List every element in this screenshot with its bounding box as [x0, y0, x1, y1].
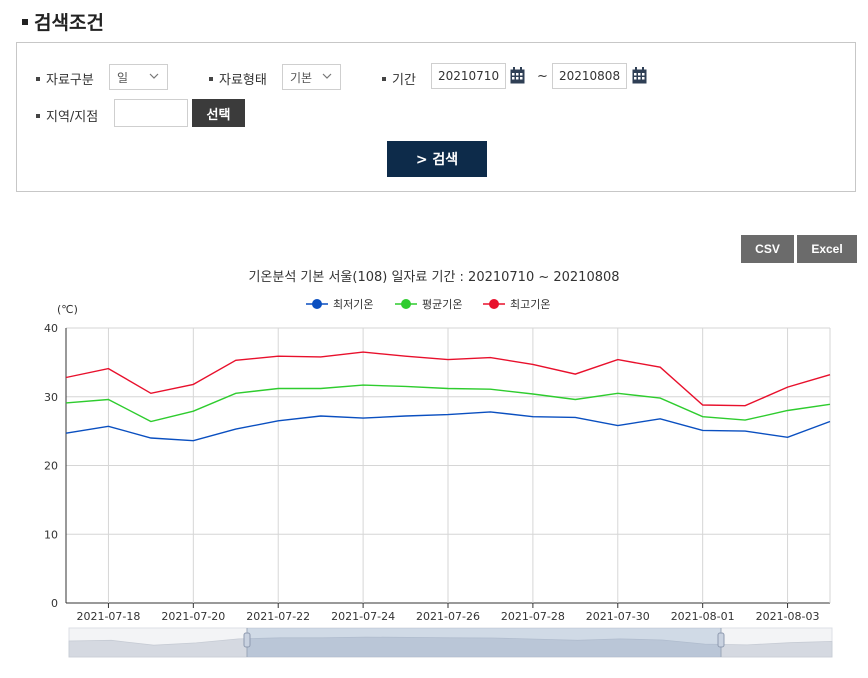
y-tick-label: 10 [44, 528, 58, 541]
x-tick-label: 2021-07-28 [501, 610, 565, 623]
data-type-label: 자료구분 [36, 69, 94, 88]
search-title-text: 검색조건 [34, 12, 104, 34]
chart-legend: 최저기온 평균기온 최고기온 [306, 298, 550, 311]
chart-grid [65, 327, 831, 604]
data-type-value: 일 [117, 70, 129, 85]
data-form-select[interactable]: 기본 [282, 64, 341, 90]
data-type-select[interactable]: 일 [109, 64, 168, 90]
legend-label: 평균기온 [422, 298, 462, 311]
legend-marker [312, 299, 322, 309]
calendar-icon[interactable] [632, 67, 647, 84]
region-select-button[interactable]: 선택 [192, 99, 245, 127]
y-tick-label: 20 [44, 460, 58, 473]
data-form-label: 자료형태 [209, 69, 267, 88]
csv-button[interactable]: CSV [741, 235, 794, 263]
zoom-handle[interactable] [243, 632, 251, 648]
x-tick-label: 2021-07-18 [76, 610, 140, 623]
region-input[interactable] [114, 99, 188, 127]
data-type-label-text: 자료구분 [46, 73, 94, 88]
search-button[interactable]: > 검색 [387, 141, 487, 177]
date-from-input[interactable]: 20210710 [431, 63, 506, 89]
y-tick-label: 40 [44, 322, 58, 335]
data-form-label-text: 자료형태 [219, 73, 267, 88]
period-label-text: 기간 [392, 73, 416, 88]
temperature-line-chart: 최저기온 평균기온 최고기온 (℃) 010203040 2021-07-18 202… [44, 298, 833, 658]
excel-button[interactable]: Excel [797, 235, 857, 263]
zoom-handle[interactable] [717, 632, 725, 648]
date-separator: ~ [537, 69, 548, 84]
legend-marker [489, 299, 499, 309]
x-tick-label: 2021-07-20 [161, 610, 225, 623]
date-to-input[interactable]: 20210808 [552, 63, 627, 89]
bullet-icon [36, 76, 40, 81]
region-label: 지역/지점 [36, 106, 98, 125]
data-form-value: 기본 [290, 70, 313, 85]
search-section-title: 검색조건 [22, 8, 104, 35]
chevron-down-icon [149, 73, 159, 79]
x-tick-label: 2021-08-03 [756, 610, 820, 623]
x-tick-label: 2021-08-01 [671, 610, 735, 623]
date-to-value: 20210808 [559, 69, 621, 83]
legend-marker [401, 299, 411, 309]
x-tick-label: 2021-07-24 [331, 610, 395, 623]
y-axis-ticks: 0 10 20 30 40 [44, 322, 58, 610]
x-axis-ticks: 2021-07-18 2021-07-20 2021-07-22 2021-07-24… [76, 603, 820, 623]
date-from-value: 20210710 [438, 69, 500, 83]
y-axis-label: (℃) [57, 303, 78, 316]
bullet-icon [209, 76, 213, 81]
region-label-text: 지역/지점 [46, 110, 99, 125]
zoom-selection[interactable] [247, 628, 721, 657]
x-tick-label: 2021-07-22 [246, 610, 310, 623]
legend-label: 최저기온 [333, 298, 373, 311]
legend-label: 최고기온 [510, 298, 550, 311]
x-tick-label: 2021-07-30 [586, 610, 650, 623]
x-tick-label: 2021-07-26 [416, 610, 480, 623]
bullet-icon [22, 18, 28, 25]
y-tick-label: 30 [44, 391, 58, 404]
zoom-slider[interactable] [68, 627, 833, 658]
chevron-down-icon [322, 73, 332, 79]
period-label: 기간 [382, 69, 416, 88]
y-tick-label: 0 [51, 597, 58, 610]
bullet-icon [36, 113, 40, 118]
bullet-icon [382, 76, 386, 81]
calendar-icon[interactable] [510, 67, 525, 84]
